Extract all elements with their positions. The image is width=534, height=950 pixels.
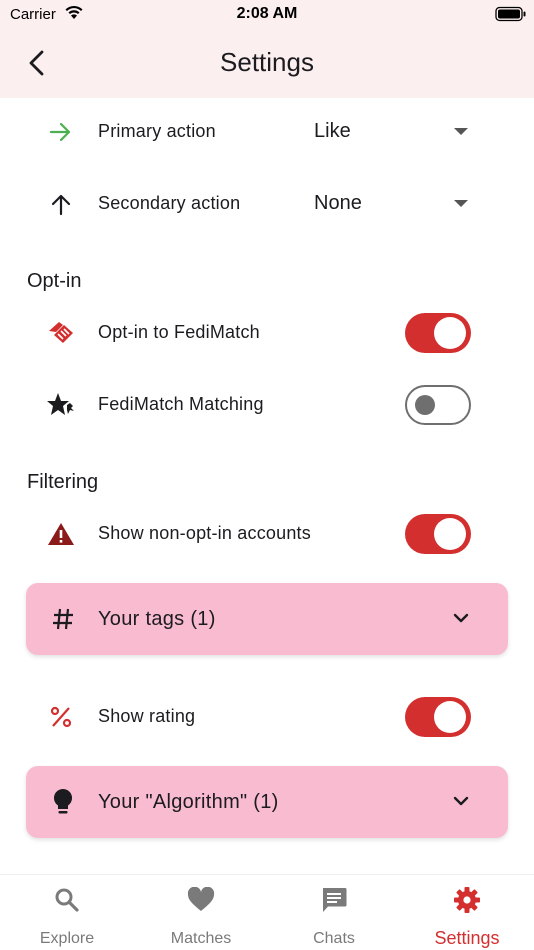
percent-icon <box>44 702 78 732</box>
primary-action-row: Primary action Like <box>0 104 534 160</box>
chat-icon <box>267 885 401 915</box>
primary-action-label: Primary action <box>98 121 216 141</box>
dropdown-arrow-icon <box>454 128 468 135</box>
search-icon <box>0 885 134 915</box>
nav-matches[interactable]: Matches <box>134 885 268 947</box>
handshake-icon <box>44 318 78 348</box>
your-tags-label: Your tags (1) <box>98 608 216 630</box>
chevron-down-icon <box>450 792 472 817</box>
nav-matches-label: Matches <box>170 930 232 947</box>
stars-icon <box>44 390 78 420</box>
fedimatch-matching-label: FediMatch Matching <box>98 394 264 414</box>
nav-chats-label: Chats <box>313 930 355 947</box>
secondary-action-label: Secondary action <box>98 193 241 213</box>
nav-explore[interactable]: Explore <box>0 885 134 947</box>
heart-icon <box>134 885 268 915</box>
toggle-knob <box>434 317 466 349</box>
your-tags-panel[interactable]: Your tags (1) <box>26 583 508 655</box>
lightbulb-icon <box>46 786 80 818</box>
show-rating-label: Show rating <box>98 706 196 726</box>
optin-fedimatch-label: Opt-in to FediMatch <box>98 322 260 342</box>
show-non-optin-row: Show non-opt-in accounts <box>0 506 534 562</box>
filtering-section-title: Filtering <box>27 471 99 493</box>
gear-icon <box>400 885 534 915</box>
optin-fedimatch-row: Opt-in to FediMatch <box>0 305 534 361</box>
opt-in-section-title: Opt-in <box>27 270 82 292</box>
show-non-optin-label: Show non-opt-in accounts <box>98 523 311 543</box>
chevron-down-icon <box>450 609 472 634</box>
app-bar: Settings <box>0 28 534 98</box>
nav-chats[interactable]: Chats <box>267 885 401 947</box>
arrow-up-icon <box>44 189 78 219</box>
show-rating-row: Show rating <box>0 689 534 745</box>
show-rating-toggle[interactable] <box>405 697 471 737</box>
bottom-navigation: Explore Matches Chats Settings <box>0 874 534 950</box>
optin-fedimatch-toggle[interactable] <box>405 313 471 353</box>
secondary-action-value: None <box>314 192 362 214</box>
fedimatch-matching-row: FediMatch Matching <box>0 377 534 433</box>
nav-settings-label: Settings <box>434 928 500 948</box>
secondary-action-row: Secondary action None <box>0 176 534 232</box>
toggle-knob <box>415 395 435 415</box>
primary-action-value: Like <box>314 120 351 142</box>
nav-settings[interactable]: Settings <box>400 885 534 948</box>
show-non-optin-toggle[interactable] <box>405 514 471 554</box>
nav-explore-label: Explore <box>39 930 95 947</box>
clock: 2:08 AM <box>236 5 298 22</box>
arrow-right-icon <box>44 117 78 147</box>
toggle-knob <box>434 701 466 733</box>
fedimatch-matching-toggle[interactable] <box>405 385 471 425</box>
warning-icon <box>44 519 78 549</box>
primary-action-select[interactable]: Like <box>314 118 474 148</box>
hashtag-icon <box>46 603 80 635</box>
toggle-knob <box>434 518 466 550</box>
page-title: Settings <box>220 47 314 77</box>
your-algorithm-label: Your "Algorithm" (1) <box>98 791 279 813</box>
your-algorithm-panel[interactable]: Your "Algorithm" (1) <box>26 766 508 838</box>
secondary-action-select[interactable]: None <box>314 190 474 220</box>
dropdown-arrow-icon <box>454 200 468 207</box>
battery-icon <box>495 6 527 27</box>
status-bar: Carrier 2:08 AM <box>0 0 534 28</box>
